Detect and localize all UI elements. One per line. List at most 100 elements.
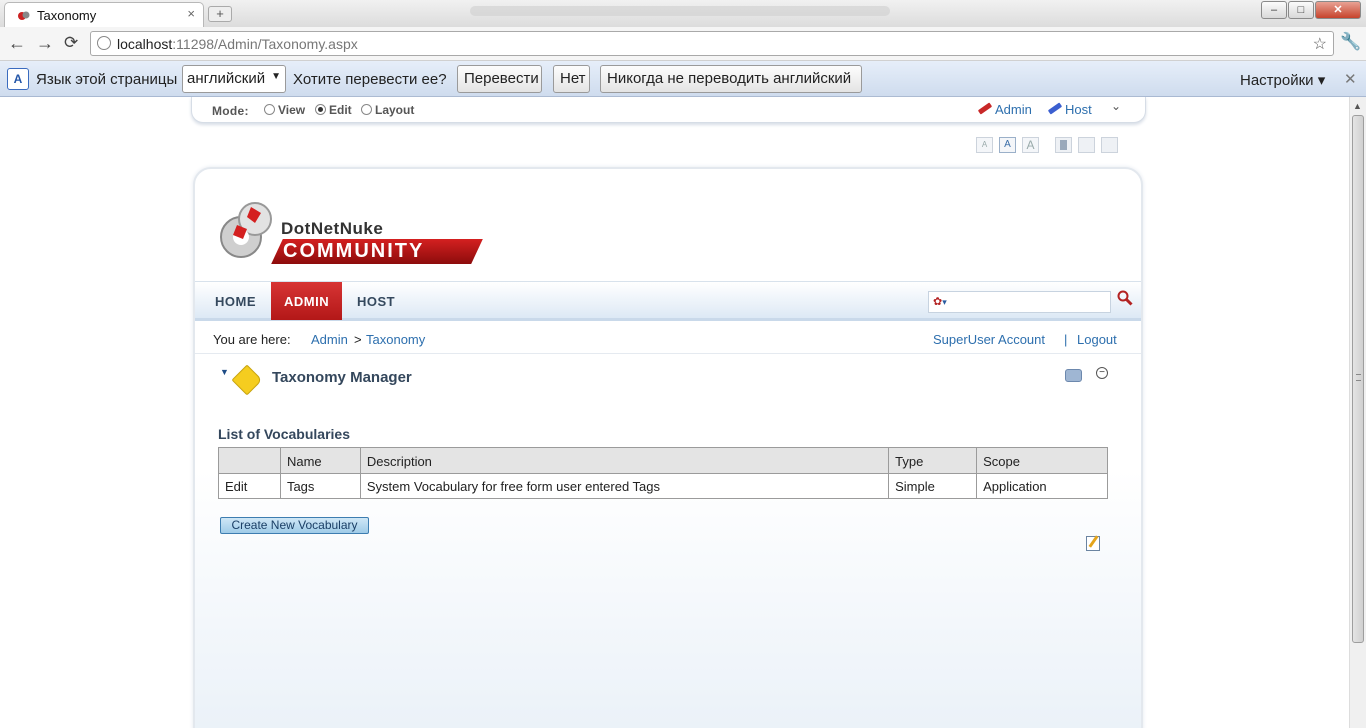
scrollbar-grip: [1356, 374, 1361, 381]
breadcrumb-label: You are here:: [213, 332, 291, 347]
dnn-control-panel: Mode: View Edit Layout Admin Host ⌄: [191, 97, 1146, 123]
logout-link[interactable]: Logout: [1077, 332, 1117, 347]
module-content: ▼ Taxonomy Manager − List of Vocabularie…: [195, 355, 1141, 728]
url-host: localhost: [117, 36, 173, 52]
module-settings-icon[interactable]: [1065, 369, 1082, 382]
table-row: Edit Tags System Vocabulary for free for…: [218, 473, 1108, 499]
dnn-gear-logo-icon: [220, 202, 272, 258]
translate-language-label: Язык этой страницы: [36, 71, 178, 88]
wrench-menu-icon[interactable]: 🔧: [1340, 32, 1361, 52]
back-arrow-icon[interactable]: ←: [8, 33, 26, 53]
translate-no-button[interactable]: Нет: [553, 65, 590, 93]
translate-language-value: английский: [187, 70, 266, 87]
mode-label: Mode:: [212, 104, 249, 118]
site-logo[interactable]: DotNetNuke COMMUNITY: [215, 195, 485, 265]
chevron-down-icon: ▾: [942, 297, 947, 307]
never-translate-button[interactable]: Никогда не переводить английский: [600, 65, 862, 93]
edit-content-icon[interactable]: [1086, 536, 1100, 551]
blue-pencil-icon: [1047, 102, 1063, 115]
site-search-input[interactable]: ✿▾: [928, 291, 1111, 313]
radio-icon: [361, 104, 372, 115]
module-actions-toggle-icon[interactable]: ▼: [220, 367, 229, 377]
search-icon[interactable]: [1117, 290, 1133, 310]
breadcrumb-taxonomy-link[interactable]: Taxonomy: [366, 332, 425, 347]
dnn-favicon-icon: [18, 11, 30, 20]
column-header-description: Description: [359, 447, 890, 474]
window-maximize-button[interactable]: □: [1288, 1, 1314, 19]
translate-button[interactable]: Перевести: [457, 65, 542, 93]
module-title: Taxonomy Manager: [272, 369, 412, 386]
mode-layout-radio[interactable]: Layout: [361, 103, 414, 117]
address-url[interactable]: localhost:11298/Admin/Taxonomy.aspx: [117, 36, 358, 52]
tag-icon: [231, 364, 263, 396]
mode-view-label: View: [278, 103, 306, 117]
browser-title-bar: Taxonomy × + – □ ✕: [0, 0, 1366, 27]
vocabulary-description: System Vocabulary for free form user ent…: [359, 473, 890, 499]
mode-layout-label: Layout: [375, 103, 415, 117]
column-header-scope: Scope: [976, 447, 1108, 474]
scrollbar-thumb[interactable]: [1352, 115, 1364, 643]
browser-tab[interactable]: Taxonomy ×: [4, 2, 204, 27]
user-separator: |: [1064, 332, 1068, 347]
width-narrow-button[interactable]: [1055, 137, 1072, 153]
logo-text-bottom: COMMUNITY: [283, 240, 425, 262]
nav-item-admin[interactable]: ADMIN: [271, 282, 343, 320]
translate-icon: A: [7, 68, 29, 90]
font-size-small-button[interactable]: A: [976, 137, 993, 153]
tab-close-icon[interactable]: ×: [187, 6, 195, 21]
mode-view-radio[interactable]: View: [264, 103, 305, 117]
vocabulary-name: Tags: [279, 473, 361, 499]
admin-menu-label: Admin: [995, 102, 1032, 117]
mode-edit-radio[interactable]: Edit: [315, 103, 352, 117]
translate-infobar: A Язык этой страницы английский ▼ Хотите…: [0, 61, 1366, 97]
reload-icon[interactable]: ⟳: [64, 33, 78, 53]
breadcrumb-separator: >: [354, 332, 362, 347]
forward-arrow-icon[interactable]: →: [36, 33, 54, 53]
url-path: :11298/Admin/Taxonomy.aspx: [172, 36, 358, 52]
font-size-large-button[interactable]: A: [1022, 137, 1039, 153]
collapse-chevron-icon[interactable]: ⌄: [1111, 99, 1121, 113]
column-header-name: Name: [279, 447, 361, 474]
create-new-vocabulary-button[interactable]: Create New Vocabulary: [220, 517, 369, 534]
radio-selected-icon: [315, 104, 326, 115]
translate-language-select[interactable]: английский ▼: [182, 65, 286, 93]
window-close-button[interactable]: ✕: [1315, 1, 1361, 19]
host-menu-link[interactable]: Host: [1047, 102, 1092, 117]
font-size-medium-button[interactable]: A: [999, 137, 1016, 153]
width-medium-button[interactable]: [1078, 137, 1095, 153]
red-pencil-icon: [977, 102, 993, 115]
table-header-row: Name Description Type Scope: [218, 447, 1108, 474]
edit-vocabulary-link[interactable]: Edit: [218, 473, 281, 499]
page-globe-icon: [97, 36, 111, 50]
width-wide-button[interactable]: [1101, 137, 1118, 153]
chevron-down-icon: ▼: [271, 71, 281, 82]
tab-title: Taxonomy: [37, 8, 97, 23]
admin-menu-link[interactable]: Admin: [977, 102, 1032, 117]
nav-item-host[interactable]: HOST: [344, 282, 408, 320]
user-account-link[interactable]: SuperUser Account: [933, 332, 1045, 347]
magnifier-icon: [1117, 290, 1133, 306]
address-bar[interactable]: localhost:11298/Admin/Taxonomy.aspx ☆: [90, 31, 1334, 56]
module-minimize-icon[interactable]: −: [1096, 367, 1108, 379]
vocabulary-scope: Application: [976, 473, 1108, 499]
translate-question: Хотите перевести ее?: [293, 71, 447, 88]
breadcrumb: You are here: Admin > Taxonomy SuperUser…: [195, 324, 1141, 354]
web-page: Mode: View Edit Layout Admin Host ⌄ A A …: [0, 97, 1349, 728]
site-container: DotNetNuke COMMUNITY HOME ADMIN HOST ✿▾ …: [193, 167, 1143, 728]
window-minimize-button[interactable]: –: [1261, 1, 1287, 19]
translate-close-icon[interactable]: ✕: [1344, 70, 1357, 88]
translate-settings-menu[interactable]: Настройки ▾: [1240, 71, 1325, 89]
mode-edit-label: Edit: [329, 103, 352, 117]
scroll-up-arrow-icon[interactable]: ▲: [1353, 101, 1362, 111]
column-header-type: Type: [888, 447, 978, 474]
vocabulary-type: Simple: [888, 473, 978, 499]
vocabulary-table: Name Description Type Scope Edit Tags Sy…: [218, 447, 1108, 499]
column-header-action: [218, 447, 281, 474]
vertical-scrollbar[interactable]: ▲: [1349, 97, 1366, 728]
new-tab-button[interactable]: +: [208, 6, 232, 22]
breadcrumb-admin-link[interactable]: Admin: [311, 332, 348, 347]
nav-item-home[interactable]: HOME: [202, 282, 269, 320]
bookmark-star-icon[interactable]: ☆: [1313, 34, 1327, 54]
host-menu-label: Host: [1065, 102, 1092, 117]
search-engine-selector[interactable]: ✿▾: [933, 295, 947, 308]
